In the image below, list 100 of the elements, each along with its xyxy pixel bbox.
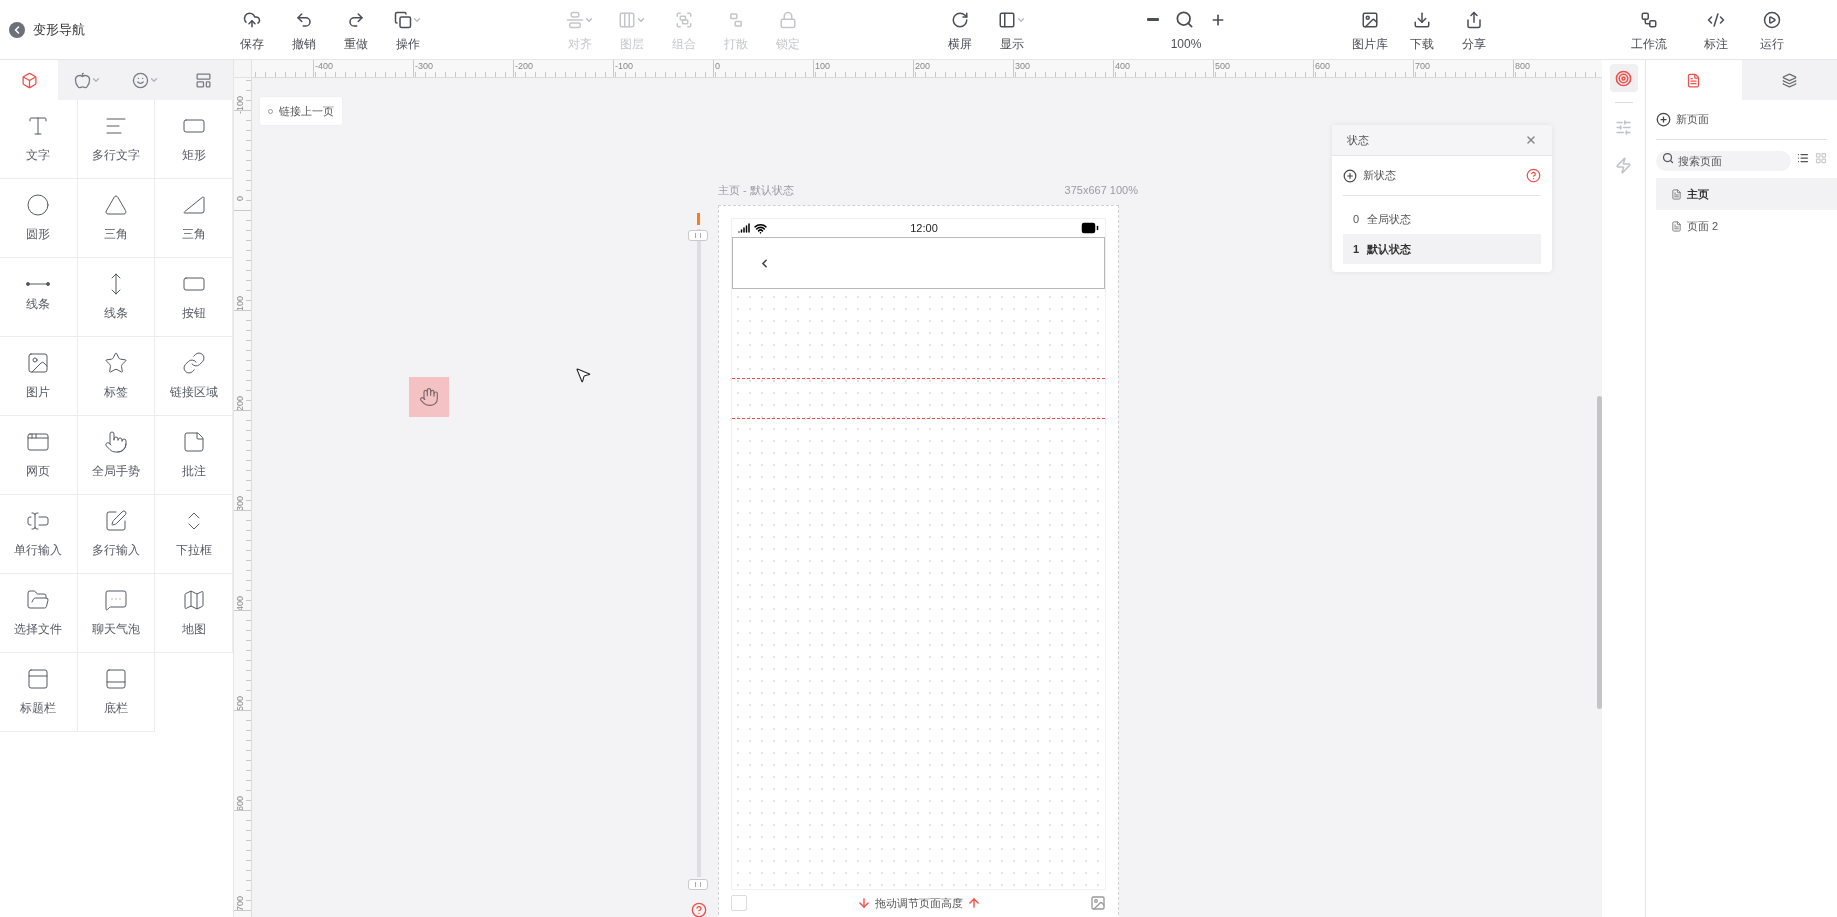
widget-item[interactable]: 三角 bbox=[77, 179, 156, 258]
toolbar-button[interactable]: 工作流 bbox=[1612, 6, 1686, 53]
hand-pointer-icon bbox=[419, 387, 439, 407]
ruler-label: -400 bbox=[315, 60, 333, 72]
close-icon[interactable] bbox=[1525, 134, 1537, 146]
view-toggle[interactable] bbox=[1815, 152, 1827, 164]
search-icon bbox=[1662, 152, 1674, 164]
widget-item[interactable]: 文字 bbox=[0, 100, 78, 179]
toolbar-button[interactable]: 图片库 bbox=[1344, 6, 1396, 53]
page-item[interactable]: 页面 2 bbox=[1656, 210, 1837, 242]
wifi-icon bbox=[754, 221, 767, 235]
minus-icon bbox=[1146, 18, 1159, 21]
image-icon[interactable] bbox=[1090, 895, 1106, 911]
caret-icon bbox=[149, 75, 160, 85]
toolbar-button[interactable]: 保存 bbox=[226, 6, 278, 53]
zoom-level: 100% bbox=[1170, 35, 1202, 53]
toolbar-button[interactable]: 标注 bbox=[1690, 6, 1742, 53]
star-icon bbox=[104, 351, 128, 375]
help-icon[interactable] bbox=[1526, 168, 1541, 183]
input-icon bbox=[26, 509, 51, 533]
rotate-icon bbox=[951, 10, 969, 29]
scrollbar[interactable] bbox=[1597, 396, 1602, 709]
state-item[interactable]: 1 默认状态 bbox=[1343, 234, 1541, 264]
ruler-label: -200 bbox=[515, 60, 533, 72]
ruler-label: 800 bbox=[1515, 60, 1531, 72]
widget-item[interactable]: 地图 bbox=[155, 574, 233, 653]
widget-item[interactable]: 矩形 bbox=[155, 100, 233, 179]
new-state-button[interactable]: 新状态 bbox=[1343, 167, 1526, 184]
link-previous-button[interactable]: 链接上一页 bbox=[260, 97, 342, 125]
panel-tab[interactable] bbox=[1741, 60, 1837, 100]
toolbar-button[interactable]: 操作 bbox=[382, 6, 434, 53]
checkbox[interactable] bbox=[731, 895, 747, 911]
slider-handle[interactable] bbox=[688, 879, 708, 890]
search-icon bbox=[1174, 10, 1194, 29]
view-toggle[interactable] bbox=[1797, 152, 1809, 164]
panel-icon bbox=[998, 10, 1016, 29]
widget-item[interactable]: 选择文件 bbox=[0, 574, 78, 653]
slider-handle[interactable] bbox=[688, 230, 708, 241]
gesture-hotspot[interactable] bbox=[409, 377, 449, 417]
widget-item[interactable]: 线条 bbox=[0, 258, 78, 337]
page-item[interactable]: 主页 bbox=[1656, 178, 1837, 210]
toolbar-button[interactable]: 重做 bbox=[330, 6, 382, 53]
ungroup-icon bbox=[727, 10, 745, 29]
widget-item[interactable]: 下拉框 bbox=[155, 495, 233, 574]
toolbar-button[interactable]: 运行 bbox=[1746, 6, 1798, 53]
horizontal-line-icon bbox=[26, 281, 51, 287]
copy-icon bbox=[394, 10, 412, 29]
page-title: 变形导航 bbox=[33, 20, 85, 39]
widget-item[interactable]: 底栏 bbox=[77, 653, 156, 732]
panel-tab[interactable] bbox=[0, 60, 59, 100]
widget-item[interactable]: 标题栏 bbox=[0, 653, 78, 732]
ruler-label: 600 bbox=[1315, 60, 1331, 72]
hand-pointer-icon bbox=[104, 430, 128, 454]
ruler-label: -100 bbox=[615, 60, 633, 72]
toolbar-button[interactable]: 分享 bbox=[1448, 6, 1500, 53]
page-icon bbox=[1671, 220, 1682, 232]
download-icon bbox=[1413, 10, 1431, 29]
search-field[interactable]: 搜索页面 bbox=[1656, 151, 1791, 171]
list-view-icon bbox=[1797, 152, 1809, 164]
side-tool-button[interactable] bbox=[1609, 64, 1638, 92]
toolbar-button[interactable]: 撤销 bbox=[278, 6, 330, 53]
ruler-label: 600 bbox=[235, 796, 245, 812]
widget-item[interactable]: 线条 bbox=[77, 258, 156, 337]
widget-item[interactable]: 圆形 bbox=[0, 179, 78, 258]
image-icon bbox=[26, 351, 51, 375]
new-page-button[interactable]: 新页面 bbox=[1656, 111, 1709, 128]
widget-item[interactable]: 多行输入 bbox=[77, 495, 156, 574]
zoom-button[interactable] bbox=[1174, 10, 1194, 29]
redo-icon bbox=[347, 10, 365, 29]
back-icon[interactable] bbox=[9, 21, 25, 38]
lightning-icon bbox=[1615, 156, 1632, 174]
widget-item[interactable]: 三角 bbox=[155, 179, 233, 258]
share-icon bbox=[1465, 10, 1483, 29]
help-icon[interactable] bbox=[691, 902, 707, 917]
ruler-label: 200 bbox=[915, 60, 931, 72]
sliders-icon bbox=[1615, 118, 1632, 136]
zoom-out-button[interactable] bbox=[1146, 18, 1159, 21]
ruler-label: 0 bbox=[715, 60, 720, 72]
widget-item[interactable]: 按钮 bbox=[155, 258, 233, 337]
widget-item[interactable]: 网页 bbox=[0, 416, 78, 495]
circle-icon bbox=[26, 193, 51, 217]
widget-item[interactable]: 全局手势 bbox=[77, 416, 156, 495]
widget-item[interactable]: 单行输入 bbox=[0, 495, 78, 574]
state-item[interactable]: 0 全局状态 bbox=[1343, 204, 1541, 234]
widget-item[interactable]: 标签 bbox=[77, 337, 156, 416]
toolbar-button[interactable]: 显示 bbox=[986, 6, 1038, 53]
widget-item[interactable]: 图片 bbox=[0, 337, 78, 416]
widget-item[interactable]: 聊天气泡 bbox=[77, 574, 156, 653]
toolbar-button[interactable]: 横屏 bbox=[934, 6, 986, 53]
signal-icon bbox=[738, 222, 750, 234]
add-icon bbox=[1656, 112, 1671, 127]
workflow-icon bbox=[1640, 10, 1658, 29]
cloud-upload-icon bbox=[243, 10, 261, 29]
toolbar-button[interactable]: 下载 bbox=[1396, 6, 1448, 53]
widget-item[interactable]: 链接区域 bbox=[155, 337, 233, 416]
ruler-label: 500 bbox=[1215, 60, 1231, 72]
ruler-label: 700 bbox=[1415, 60, 1431, 72]
layers-icon bbox=[1781, 72, 1797, 88]
widget-item[interactable]: 批注 bbox=[155, 416, 233, 495]
widget-item[interactable]: 多行文字 bbox=[77, 100, 156, 179]
